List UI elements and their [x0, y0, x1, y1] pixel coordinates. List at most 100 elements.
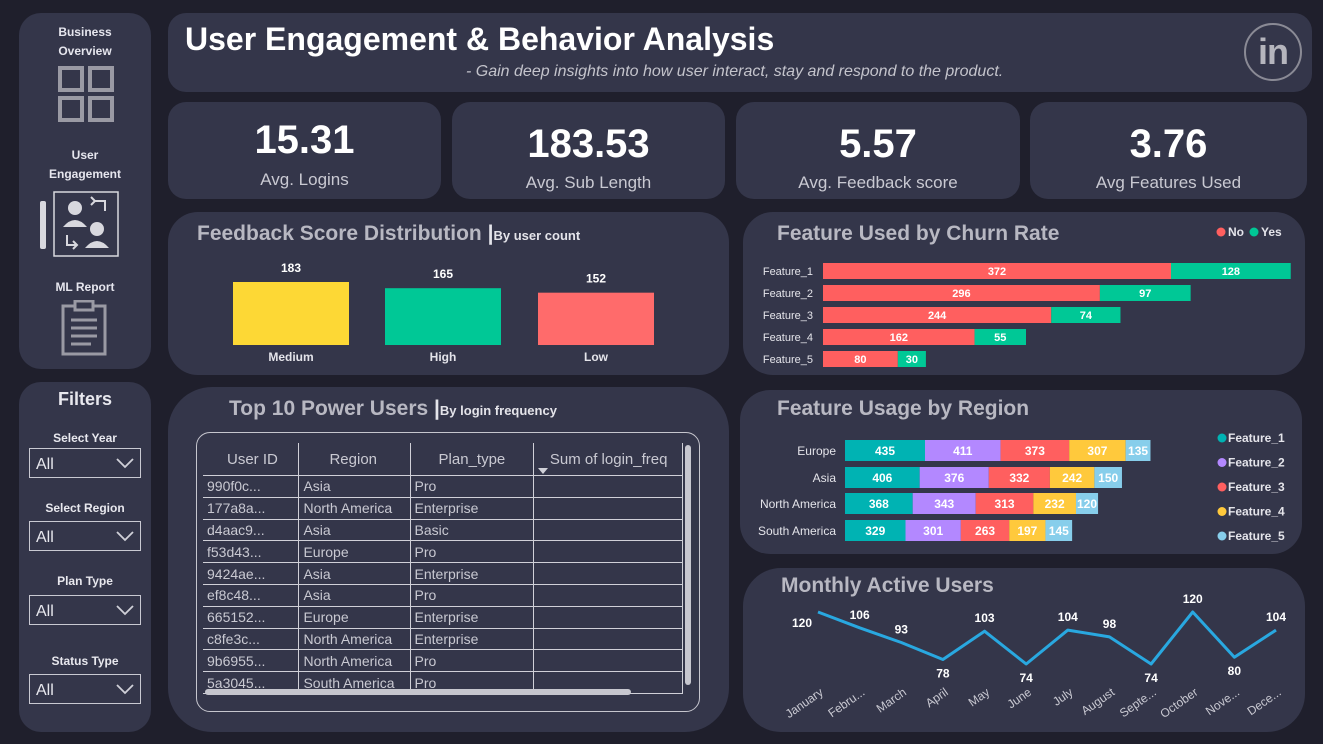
churn-card: Feature Used by Churn Rate Feature_1 372 1… — [743, 212, 1305, 375]
churn-data-label: 372 — [988, 266, 1006, 278]
region-data-label: 373 — [1025, 444, 1045, 458]
cell-region: Asia — [298, 519, 411, 542]
cell-plan-type: Enterprise — [410, 562, 534, 585]
kpi-label: Avg. Sub Length — [525, 173, 652, 192]
legend-marker — [1217, 433, 1227, 443]
power-users-title: Top 10 Power Users |By login frequency — [229, 397, 557, 420]
chevron-down-icon — [116, 684, 134, 695]
kpi-card-avg-features: 3.76 Avg Features Used — [1030, 102, 1307, 199]
mau-data-label: 93 — [895, 623, 909, 637]
nav-label-line2: Overview — [58, 44, 112, 58]
mau-x-tick-label: May — [966, 685, 993, 709]
region-data-label: 120 — [1077, 497, 1097, 511]
year-filter-label: Select Year — [53, 431, 117, 445]
cell-plan-type: Enterprise — [410, 497, 534, 520]
mau-series-line — [817, 610, 1277, 666]
cell-login-freq — [533, 497, 683, 520]
sort-desc-icon — [537, 468, 548, 474]
table-row[interactable]: d4aac9... Asia Basic — [203, 519, 683, 542]
churn-bar-chart: Feature_1 372 128 Feature_2 296 97 Feature_3 24… — [763, 225, 1291, 367]
legend-marker — [1249, 227, 1259, 237]
cell-region: Asia — [298, 562, 411, 585]
region-data-label: 150 — [1098, 471, 1118, 485]
region-data-label: 307 — [1087, 444, 1107, 458]
table-row[interactable]: 665152... Europe Enterprise — [203, 606, 683, 629]
region-select[interactable]: All — [29, 521, 141, 551]
kpi-value: 183.53 — [527, 122, 650, 166]
legend-marker — [1216, 227, 1226, 237]
kpi-card-avg-sub-length: 183.53 Avg. Sub Length — [452, 102, 725, 199]
status-select[interactable]: All — [29, 674, 141, 704]
clipboard-icon[interactable] — [61, 300, 107, 356]
col-header-user-id[interactable]: User ID — [203, 443, 300, 476]
churn-data-label: 244 — [928, 310, 947, 322]
region-data-label: 376 — [944, 471, 964, 485]
churn-category-label: Feature_2 — [763, 288, 813, 300]
table-row[interactable]: ef8c48... Asia Pro — [203, 584, 683, 607]
col-header-login-freq[interactable]: Sum of login_freq — [533, 443, 683, 476]
cell-user-id: 9b6955... — [203, 649, 300, 673]
vertical-scrollbar[interactable] — [685, 445, 691, 685]
region-card: Feature Usage by Region Europe 435 411 373 3… — [740, 390, 1302, 554]
table-row[interactable]: 990f0c... Asia Pro — [203, 475, 683, 498]
kpi-label: Avg Features Used — [1095, 173, 1242, 192]
table-row[interactable]: 9b6955... North America Pro — [203, 649, 683, 673]
legend-marker — [1217, 458, 1227, 467]
chevron-down-icon — [116, 458, 134, 469]
cell-plan-type: Enterprise — [410, 628, 534, 651]
cell-region: Europe — [298, 606, 411, 629]
cell-login-freq — [533, 562, 683, 585]
feedback-data-label: 165 — [433, 267, 453, 281]
col-header-region[interactable]: Region — [298, 443, 411, 476]
table-row[interactable]: c8fe3c... North America Enterprise — [203, 628, 683, 651]
table-row[interactable]: f53d43... Europe Pro — [203, 540, 683, 564]
region-category-label: North America — [760, 497, 836, 511]
page-title: User Engagement & Behavior Analysis — [185, 21, 775, 57]
region-data-label: 343 — [934, 497, 954, 511]
chevron-down-icon — [116, 605, 134, 616]
mau-data-label: 103 — [975, 611, 995, 625]
power-users-table-frame: User ID Region Plan_type Sum of login_fr… — [196, 432, 700, 712]
power-users-subtitle: By login frequency — [439, 403, 557, 418]
churn-data-label: 97 — [1139, 288, 1151, 300]
region-category-label: Europe — [797, 444, 836, 458]
mau-data-label: 104 — [1266, 610, 1286, 624]
legend-label: Feature_4 — [1228, 505, 1285, 519]
mau-data-label: 74 — [1020, 671, 1034, 685]
nav-item-ml-report[interactable]: ML Report — [19, 278, 151, 297]
nav-item-user-engagement[interactable]: User Engagement — [19, 146, 151, 184]
year-select-value: All — [36, 456, 54, 473]
plan-select[interactable]: All — [29, 595, 141, 625]
kpi-card-avg-logins: 15.31 Avg. Logins — [168, 102, 441, 199]
mau-x-tick-label: Febru... — [825, 685, 867, 720]
kpi-value: 5.57 — [839, 122, 917, 166]
horizontal-scrollbar[interactable] — [205, 689, 631, 695]
table-row[interactable]: 177a8a... North America Enterprise — [203, 497, 683, 520]
churn-data-label: 162 — [890, 332, 908, 344]
col-header-plan-type[interactable]: Plan_type — [410, 443, 534, 476]
mau-data-label: 78 — [936, 666, 950, 680]
cell-user-id: f53d43... — [203, 540, 300, 564]
mau-data-label: 74 — [1144, 671, 1158, 685]
filters-panel: Filters Select Year All Select Region Al… — [19, 382, 151, 732]
region-category-label: South America — [758, 524, 836, 538]
header-panel: User Engagement & Behavior Analysis - Ga… — [168, 13, 1312, 92]
cell-region: North America — [298, 497, 411, 520]
year-select[interactable]: All — [29, 448, 141, 478]
region-data-label: 435 — [875, 444, 895, 458]
cell-user-id: 665152... — [203, 606, 300, 629]
grid-icon[interactable] — [57, 65, 117, 125]
mau-x-tick-label: January — [783, 685, 826, 721]
nav-label-line1: ML Report — [55, 280, 115, 294]
kpi-value: 3.76 — [1129, 122, 1208, 166]
feedback-bar — [385, 288, 501, 345]
linkedin-logo[interactable]: in — [1244, 23, 1302, 81]
churn-category-label: Feature_5 — [763, 354, 813, 366]
nav-item-business-overview[interactable]: Business Overview — [19, 23, 151, 61]
table-row[interactable]: 9424ae... Asia Enterprise — [203, 562, 683, 585]
cell-login-freq — [533, 475, 683, 498]
users-exchange-icon[interactable] — [53, 191, 119, 257]
churn-category-label: Feature_4 — [763, 332, 813, 344]
cell-user-id: c8fe3c... — [203, 628, 300, 651]
legend-marker — [1217, 507, 1227, 516]
